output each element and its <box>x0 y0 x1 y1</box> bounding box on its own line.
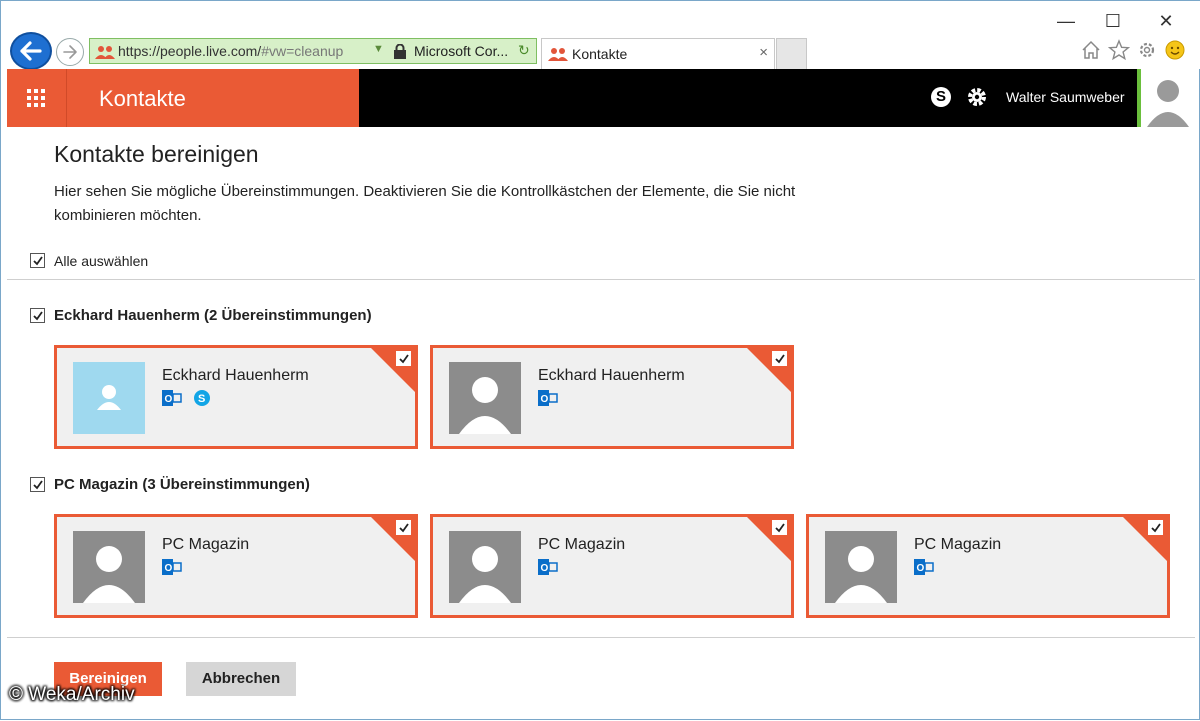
skype-icon[interactable]: S <box>931 87 951 107</box>
back-arrow-icon <box>20 41 42 61</box>
outlook-icon: O <box>914 559 934 575</box>
outlook-icon: O <box>538 390 558 406</box>
checkmark-icon <box>33 256 43 266</box>
maximize-button[interactable]: ☐ <box>1098 11 1128 32</box>
group-label[interactable]: PC Magazin (3 Übereinstimmungen) <box>54 476 310 493</box>
intro-text: Hier sehen Sie mögliche Übereinstimmunge… <box>54 183 796 224</box>
outlook-icon: O <box>162 390 182 406</box>
people-icon <box>548 48 568 61</box>
outlook-icon: O <box>162 559 182 575</box>
browser-chrome: — ☐ ✕ https://people.live.com/#vw=cleanu… <box>1 1 1200 70</box>
service-icons: O <box>162 558 188 578</box>
home-icon[interactable] <box>1080 39 1102 61</box>
avatar[interactable] <box>1137 69 1195 127</box>
group-checkbox-eckhard[interactable] <box>30 308 45 323</box>
svg-text:O: O <box>917 563 925 574</box>
contact-name: PC Magazin <box>914 536 1002 553</box>
address-bar[interactable]: https://people.live.com/#vw=cleanup ▼ Mi… <box>89 38 537 64</box>
site-identity[interactable]: Microsoft Cor... <box>414 43 508 59</box>
divider <box>7 279 1195 280</box>
user-silhouette-icon <box>73 531 145 603</box>
contact-photo <box>73 531 145 603</box>
contact-name: Eckhard Hauenherm <box>538 367 685 384</box>
service-icons: O <box>538 389 564 409</box>
checkmark-icon <box>33 311 43 321</box>
close-window-button[interactable]: ✕ <box>1151 11 1181 32</box>
app-title[interactable]: Kontakte <box>99 86 186 112</box>
outlook-icon: O <box>538 559 558 575</box>
contact-name: Eckhard Hauenherm <box>162 367 309 384</box>
tab-kontakte[interactable]: Kontakte × <box>541 38 775 69</box>
service-icons: O <box>914 558 940 578</box>
user-silhouette-icon <box>825 531 897 603</box>
checkmark-icon <box>33 480 43 490</box>
address-dropdown-icon[interactable]: ▼ <box>373 43 384 55</box>
contact-name: PC Magazin <box>162 536 250 553</box>
contact-photo <box>449 531 521 603</box>
lock-icon <box>394 44 406 59</box>
checkmark-icon <box>399 523 409 533</box>
contact-photo <box>449 362 521 434</box>
user-silhouette-icon <box>1147 80 1189 127</box>
minimize-button[interactable]: — <box>1051 11 1081 32</box>
page-title: Kontakte bereinigen <box>54 141 259 167</box>
waffle-icon <box>27 89 45 107</box>
contact-card[interactable]: Eckhard Hauenherm O <box>430 345 794 449</box>
checkmark-icon <box>1151 523 1161 533</box>
contact-photo <box>73 362 145 434</box>
service-icons: O <box>538 558 564 578</box>
app-launcher-button[interactable] <box>7 69 67 127</box>
user-silhouette-icon <box>449 531 521 603</box>
svg-text:O: O <box>165 394 173 405</box>
group-label[interactable]: Eckhard Hauenherm (2 Übereinstimmungen) <box>54 307 372 324</box>
back-button[interactable] <box>10 32 52 70</box>
service-icons: O S <box>162 389 218 409</box>
select-all-checkbox[interactable] <box>30 253 45 268</box>
card-checkbox[interactable] <box>1148 520 1163 535</box>
card-checkbox[interactable] <box>772 351 787 366</box>
new-tab-button[interactable] <box>776 38 807 69</box>
user-name[interactable]: Walter Saumweber <box>1006 89 1125 105</box>
user-placeholder-icon <box>97 385 121 410</box>
user-silhouette-icon <box>449 362 521 434</box>
forward-arrow-icon <box>63 45 77 59</box>
svg-text:S: S <box>198 393 205 405</box>
svg-text:O: O <box>541 394 549 405</box>
abbrechen-button[interactable]: Abbrechen <box>186 662 296 696</box>
contact-card[interactable]: PC Magazin O <box>430 514 794 618</box>
contact-name: PC Magazin <box>538 536 626 553</box>
tab-close-icon[interactable]: × <box>759 44 768 61</box>
browser-window: — ☐ ✕ https://people.live.com/#vw=cleanu… <box>0 0 1200 720</box>
people-icon <box>95 46 115 59</box>
refresh-icon[interactable]: ↻ <box>518 42 530 59</box>
select-all-label[interactable]: Alle auswählen <box>54 253 148 269</box>
app-header: Kontakte S Walter Saumweber <box>7 69 1195 127</box>
favorites-star-icon[interactable] <box>1108 39 1130 61</box>
forward-button[interactable] <box>56 38 84 66</box>
svg-text:O: O <box>541 563 549 574</box>
svg-text:O: O <box>165 563 173 574</box>
card-checkbox[interactable] <box>396 520 411 535</box>
card-checkbox[interactable] <box>396 351 411 366</box>
watermark: © Weka/Archiv <box>9 684 135 705</box>
checkmark-icon <box>399 354 409 364</box>
contact-card[interactable]: PC Magazin O <box>806 514 1170 618</box>
divider <box>7 637 1195 638</box>
checkmark-icon <box>775 354 785 364</box>
url-text: https://people.live.com/#vw=cleanup <box>118 43 344 59</box>
app-brand-area: Kontakte <box>7 69 359 127</box>
main-content: Kontakte bereinigen Hier sehen Sie mögli… <box>7 127 1195 721</box>
group-checkbox-pc-magazin[interactable] <box>30 477 45 492</box>
checkmark-icon <box>775 523 785 533</box>
contact-card[interactable]: Eckhard Hauenherm O S <box>54 345 418 449</box>
tab-title: Kontakte <box>572 46 628 62</box>
card-checkbox[interactable] <box>772 520 787 535</box>
smiley-feedback-icon[interactable] <box>1164 39 1186 61</box>
skype-icon: S <box>194 390 211 406</box>
settings-gear-icon[interactable] <box>1136 39 1158 61</box>
contact-card[interactable]: PC Magazin O <box>54 514 418 618</box>
contact-photo <box>825 531 897 603</box>
settings-gear-icon[interactable] <box>965 85 989 109</box>
